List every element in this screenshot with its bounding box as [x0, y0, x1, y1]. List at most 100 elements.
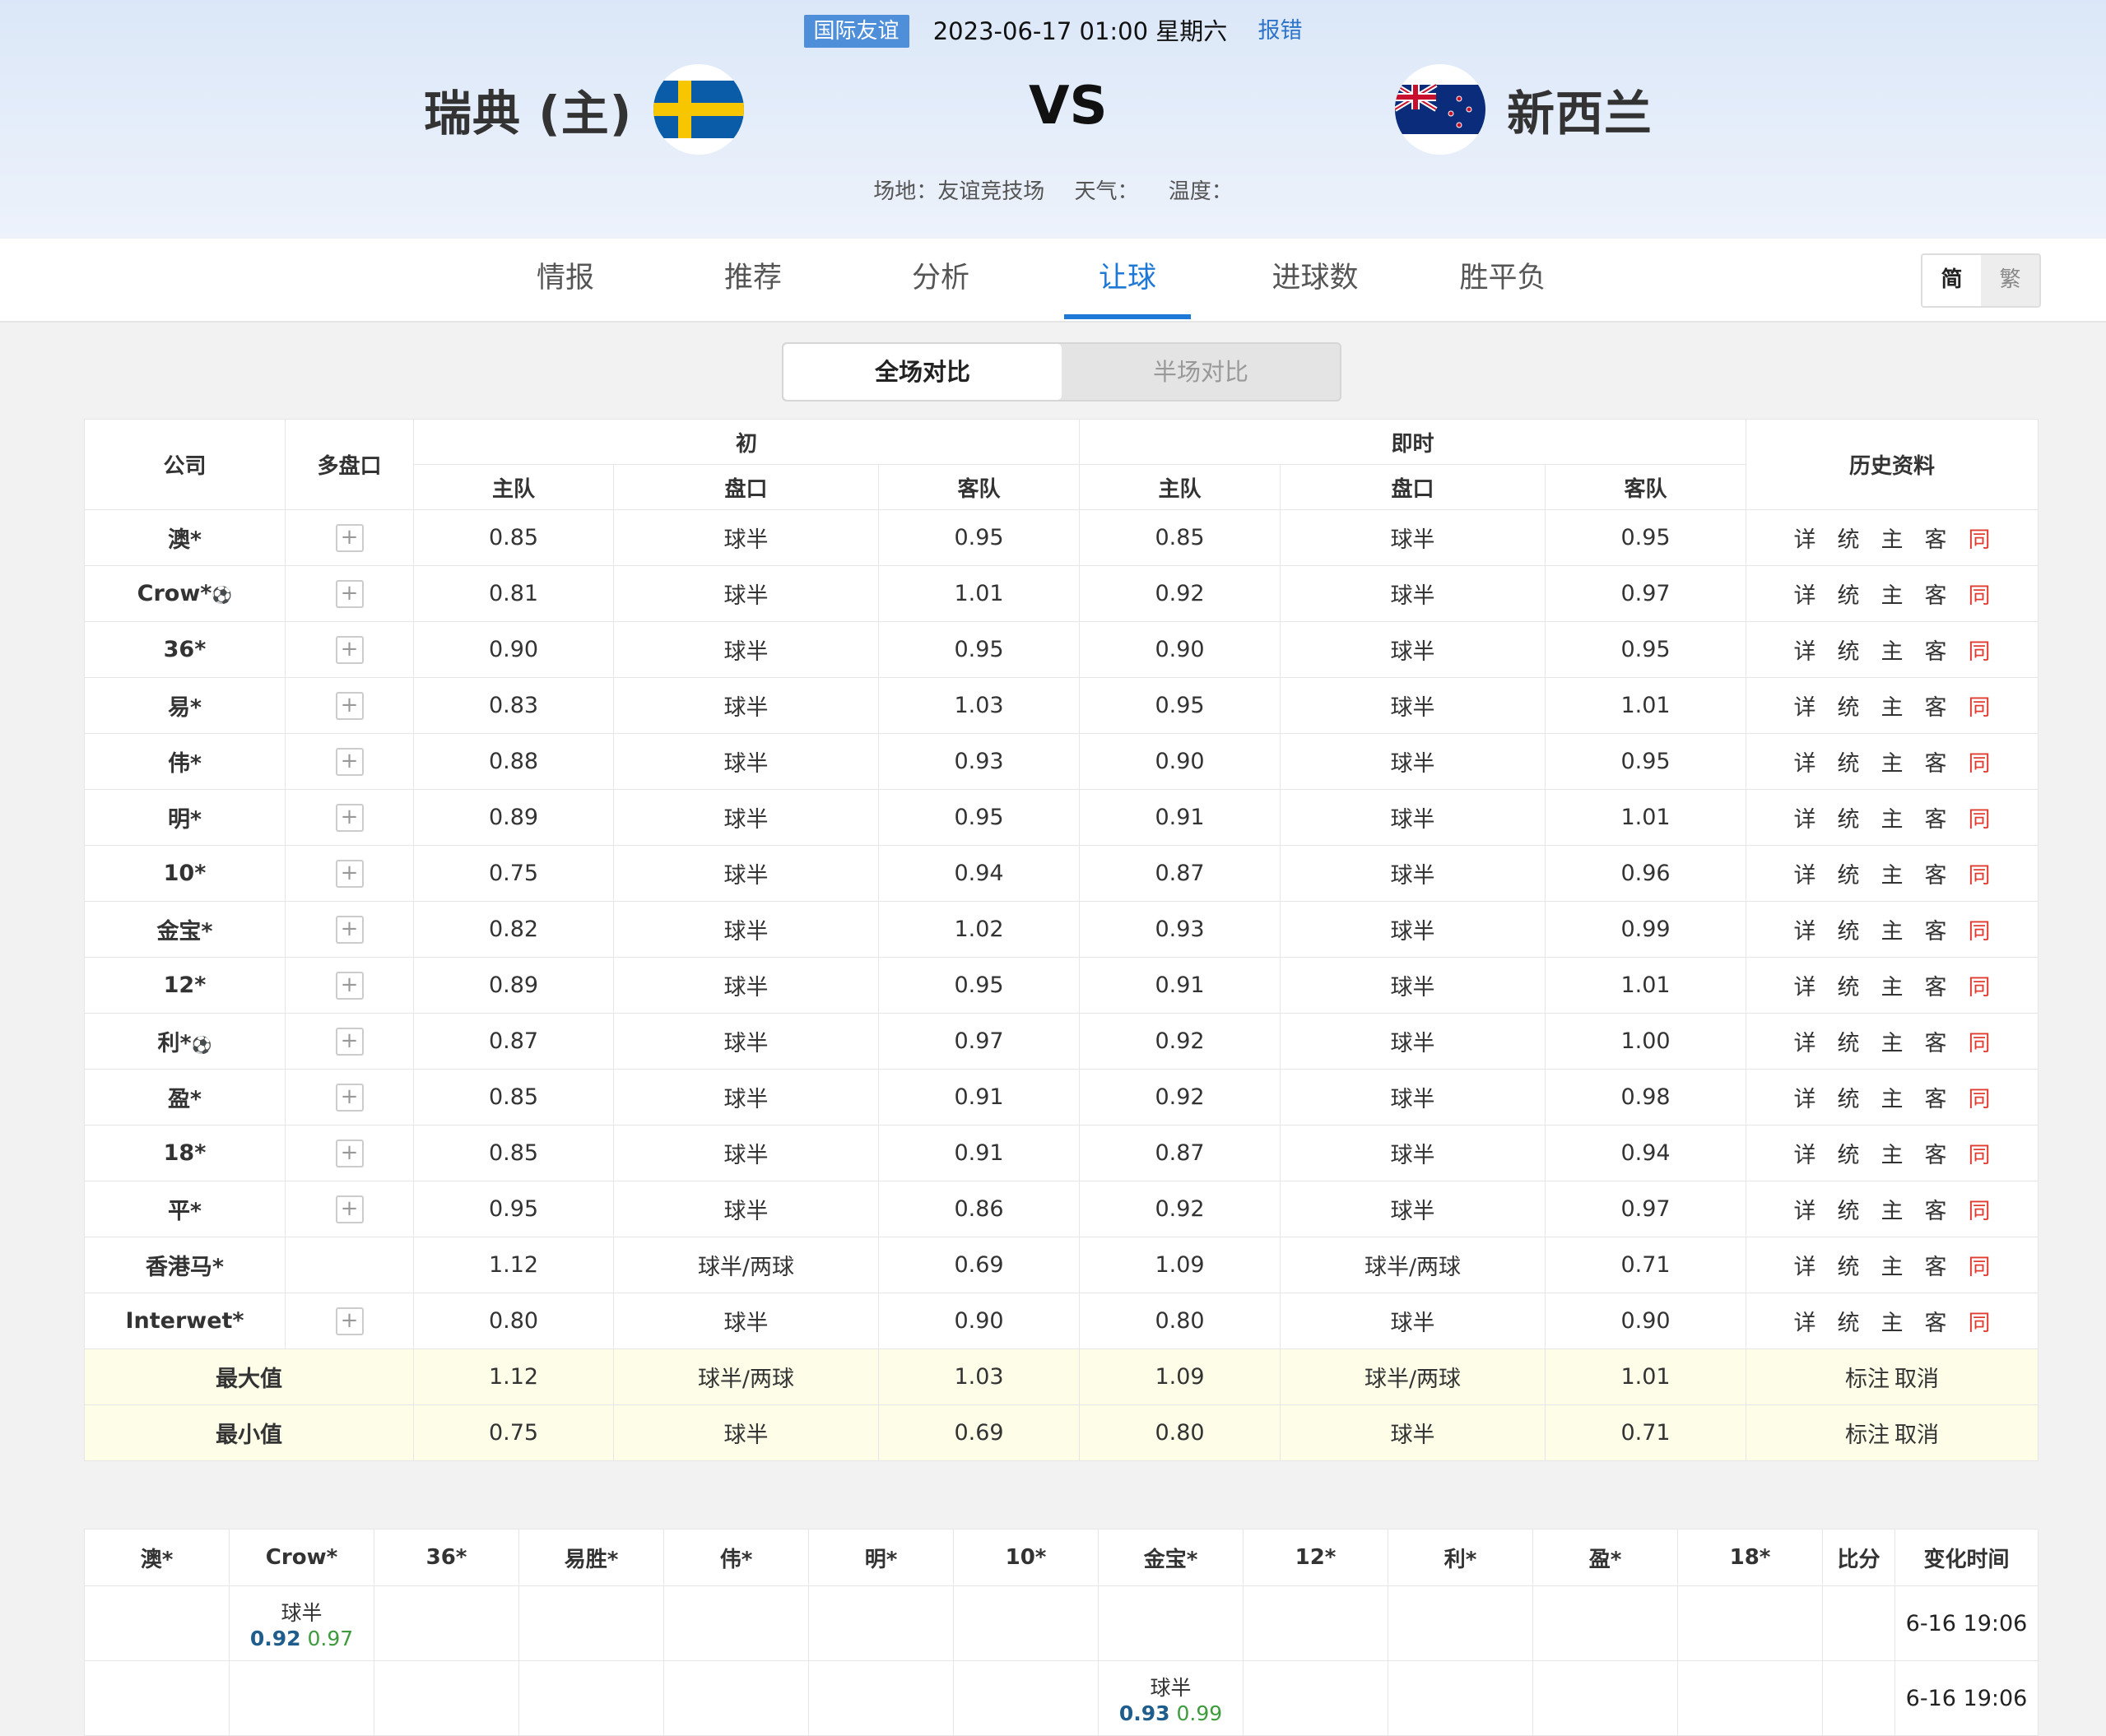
- expand-plus-icon[interactable]: +: [335, 523, 364, 552]
- home-link[interactable]: 主: [1881, 919, 1904, 945]
- same-link[interactable]: 同: [1969, 1311, 1991, 1336]
- company-cell[interactable]: 明*: [84, 789, 286, 846]
- expand-plus-icon[interactable]: +: [335, 1027, 364, 1056]
- tab-recommend[interactable]: 推荐: [704, 239, 802, 319]
- home-link[interactable]: 主: [1881, 527, 1904, 553]
- expand-plus-icon[interactable]: +: [335, 747, 364, 776]
- same-link[interactable]: 同: [1969, 751, 1991, 777]
- company-cell[interactable]: 18*: [84, 1125, 286, 1181]
- detail-link[interactable]: 详: [1794, 527, 1816, 553]
- same-link[interactable]: 同: [1969, 1031, 1991, 1056]
- home-link[interactable]: 主: [1881, 1255, 1904, 1280]
- mark-link[interactable]: 标注: [1845, 1367, 1890, 1392]
- tab-analysis[interactable]: 分析: [892, 239, 989, 319]
- same-link[interactable]: 同: [1969, 975, 1991, 1000]
- stats-link[interactable]: 统: [1838, 695, 1860, 721]
- mark-link[interactable]: 标注: [1845, 1423, 1890, 1448]
- detail-link[interactable]: 详: [1794, 1199, 1816, 1224]
- expand-plus-icon[interactable]: +: [335, 1307, 364, 1335]
- company-cell[interactable]: 香港马*: [84, 1237, 286, 1293]
- stats-link[interactable]: 统: [1838, 863, 1860, 889]
- away-link[interactable]: 客: [1925, 1087, 1947, 1112]
- away-link[interactable]: 客: [1925, 695, 1947, 721]
- away-link[interactable]: 客: [1925, 919, 1947, 945]
- expand-plus-icon[interactable]: +: [335, 1139, 364, 1167]
- detail-link[interactable]: 详: [1794, 695, 1816, 721]
- company-cell[interactable]: 澳*: [84, 509, 286, 566]
- tab-intel[interactable]: 情报: [517, 239, 614, 319]
- same-link[interactable]: 同: [1969, 1199, 1991, 1224]
- company-cell[interactable]: 金宝*: [84, 901, 286, 958]
- traditional-chinese-button[interactable]: 繁: [1981, 255, 2039, 306]
- report-error-link[interactable]: 报错: [1258, 18, 1303, 44]
- tab-goals[interactable]: 进球数: [1258, 239, 1373, 319]
- same-link[interactable]: 同: [1969, 695, 1991, 721]
- home-link[interactable]: 主: [1881, 751, 1904, 777]
- stats-link[interactable]: 统: [1838, 527, 1860, 553]
- detail-link[interactable]: 详: [1794, 1143, 1816, 1168]
- half-match-button[interactable]: 半场对比: [1062, 344, 1340, 400]
- company-cell[interactable]: 利*⚽: [84, 1013, 286, 1070]
- stats-link[interactable]: 统: [1838, 919, 1860, 945]
- detail-link[interactable]: 详: [1794, 1311, 1816, 1336]
- same-link[interactable]: 同: [1969, 807, 1991, 833]
- home-link[interactable]: 主: [1881, 1143, 1904, 1168]
- stats-link[interactable]: 统: [1838, 807, 1860, 833]
- cancel-link[interactable]: 取消: [1894, 1423, 1939, 1448]
- same-link[interactable]: 同: [1969, 1087, 1991, 1112]
- stats-link[interactable]: 统: [1838, 1087, 1860, 1112]
- detail-link[interactable]: 详: [1794, 1031, 1816, 1056]
- away-link[interactable]: 客: [1925, 1311, 1947, 1336]
- away-link[interactable]: 客: [1925, 1199, 1947, 1224]
- stats-link[interactable]: 统: [1838, 1143, 1860, 1168]
- home-link[interactable]: 主: [1881, 1031, 1904, 1056]
- away-team[interactable]: 新西兰: [1395, 56, 1653, 163]
- detail-link[interactable]: 详: [1794, 863, 1816, 889]
- expand-plus-icon[interactable]: +: [335, 803, 364, 832]
- home-link[interactable]: 主: [1881, 1311, 1904, 1336]
- away-link[interactable]: 客: [1925, 1031, 1947, 1056]
- stats-link[interactable]: 统: [1838, 583, 1860, 609]
- same-link[interactable]: 同: [1969, 919, 1991, 945]
- home-link[interactable]: 主: [1881, 807, 1904, 833]
- home-link[interactable]: 主: [1881, 1199, 1904, 1224]
- expand-plus-icon[interactable]: +: [335, 859, 364, 888]
- same-link[interactable]: 同: [1969, 527, 1991, 553]
- home-link[interactable]: 主: [1881, 695, 1904, 721]
- away-link[interactable]: 客: [1925, 807, 1947, 833]
- same-link[interactable]: 同: [1969, 1143, 1991, 1168]
- away-link[interactable]: 客: [1925, 751, 1947, 777]
- away-link[interactable]: 客: [1925, 583, 1947, 609]
- company-cell[interactable]: 平*: [84, 1181, 286, 1237]
- tab-win-draw-lose[interactable]: 胜平负: [1445, 239, 1560, 319]
- stats-link[interactable]: 统: [1838, 751, 1860, 777]
- home-link[interactable]: 主: [1881, 583, 1904, 609]
- detail-link[interactable]: 详: [1794, 975, 1816, 1000]
- expand-plus-icon[interactable]: +: [335, 971, 364, 1000]
- same-link[interactable]: 同: [1969, 1255, 1991, 1280]
- stats-link[interactable]: 统: [1838, 1031, 1860, 1056]
- away-link[interactable]: 客: [1925, 1143, 1947, 1168]
- simplified-chinese-button[interactable]: 简: [1922, 255, 1981, 306]
- stats-link[interactable]: 统: [1838, 1255, 1860, 1280]
- company-cell[interactable]: 盈*: [84, 1069, 286, 1126]
- away-link[interactable]: 客: [1925, 975, 1947, 1000]
- away-link[interactable]: 客: [1925, 639, 1947, 665]
- company-cell[interactable]: 伟*: [84, 733, 286, 790]
- full-match-button[interactable]: 全场对比: [783, 344, 1062, 400]
- away-link[interactable]: 客: [1925, 527, 1947, 553]
- home-link[interactable]: 主: [1881, 639, 1904, 665]
- company-cell[interactable]: 36*: [84, 621, 286, 678]
- detail-link[interactable]: 详: [1794, 751, 1816, 777]
- expand-plus-icon[interactable]: +: [335, 915, 364, 944]
- stats-link[interactable]: 统: [1838, 639, 1860, 665]
- detail-link[interactable]: 详: [1794, 639, 1816, 665]
- same-link[interactable]: 同: [1969, 639, 1991, 665]
- tab-handicap[interactable]: 让球: [1064, 239, 1191, 319]
- detail-link[interactable]: 详: [1794, 583, 1816, 609]
- expand-plus-icon[interactable]: +: [335, 1083, 364, 1112]
- company-cell[interactable]: Crow*⚽: [84, 565, 286, 622]
- expand-plus-icon[interactable]: +: [335, 691, 364, 720]
- cancel-link[interactable]: 取消: [1894, 1367, 1939, 1392]
- company-cell[interactable]: 易*: [84, 677, 286, 734]
